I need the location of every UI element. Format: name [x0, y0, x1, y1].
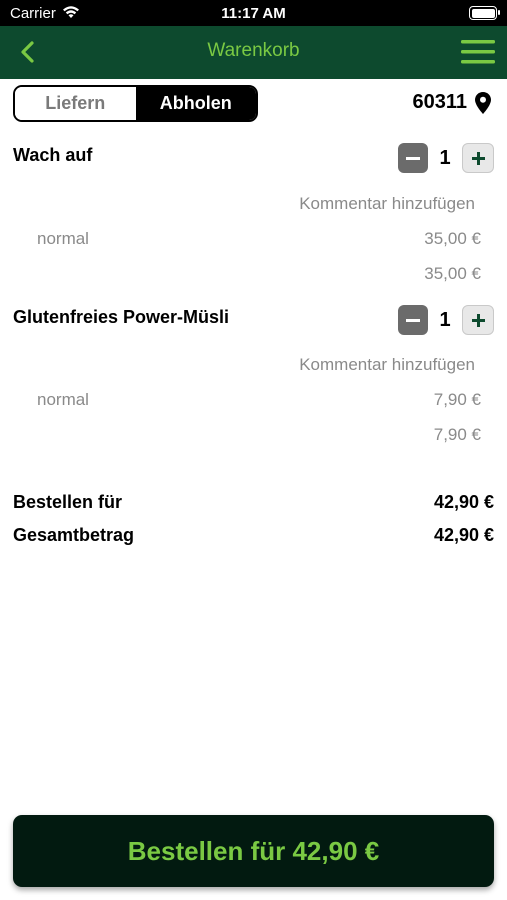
decrease-quantity-button[interactable]: [398, 143, 428, 173]
place-order-button[interactable]: Bestellen für 42,90 €: [13, 815, 494, 887]
order-for-value: 42,90 €: [433, 492, 494, 512]
variant-price: 7,90 €: [433, 390, 481, 409]
increase-quantity-button[interactable]: [462, 143, 494, 173]
order-for-label: Bestellen für: [13, 492, 123, 512]
item-line-total: 7,90 €: [433, 425, 481, 444]
quantity-value: 1: [439, 146, 451, 169]
minus-icon: [406, 156, 420, 160]
decrease-quantity-button[interactable]: [398, 305, 428, 335]
increase-quantity-button[interactable]: [462, 305, 494, 335]
cart-item-name: Glutenfreies Power-Müsli: [13, 307, 230, 327]
toggle-option-abholen[interactable]: Abholen: [135, 87, 256, 120]
delivery-mode-toggle: Liefern Abholen: [13, 85, 258, 122]
total-value: 42,90 €: [433, 525, 494, 545]
zip-code: 60311: [412, 91, 467, 113]
location-pin-icon: [475, 91, 491, 114]
toggle-option-liefern[interactable]: Liefern: [15, 87, 136, 120]
item-line-total: 35,00 €: [424, 264, 481, 283]
location-selector[interactable]: 60311: [412, 91, 491, 114]
navigation-bar: Warenkorb: [0, 26, 507, 79]
item-variant: normal: [37, 229, 89, 248]
quantity-stepper: 1: [398, 305, 494, 335]
hamburger-menu-icon[interactable]: [461, 38, 495, 66]
add-comment-link[interactable]: Kommentar hinzufügen: [299, 355, 475, 375]
quantity-stepper: 1: [398, 143, 494, 173]
status-bar: Carrier 11:17 AM: [0, 0, 507, 26]
cart-item-name: Wach auf: [13, 145, 93, 165]
total-label: Gesamtbetrag: [13, 525, 135, 545]
minus-icon: [406, 318, 420, 322]
item-variant: normal: [37, 390, 89, 409]
quantity-value: 1: [439, 308, 451, 331]
place-order-label: Bestellen für 42,90 €: [127, 835, 380, 866]
add-comment-link[interactable]: Kommentar hinzufügen: [299, 194, 475, 214]
variant-price: 35,00 €: [424, 229, 481, 248]
battery-icon: [469, 6, 500, 20]
clock: 11:17 AM: [221, 5, 286, 22]
page-title: Warenkorb: [207, 40, 300, 61]
